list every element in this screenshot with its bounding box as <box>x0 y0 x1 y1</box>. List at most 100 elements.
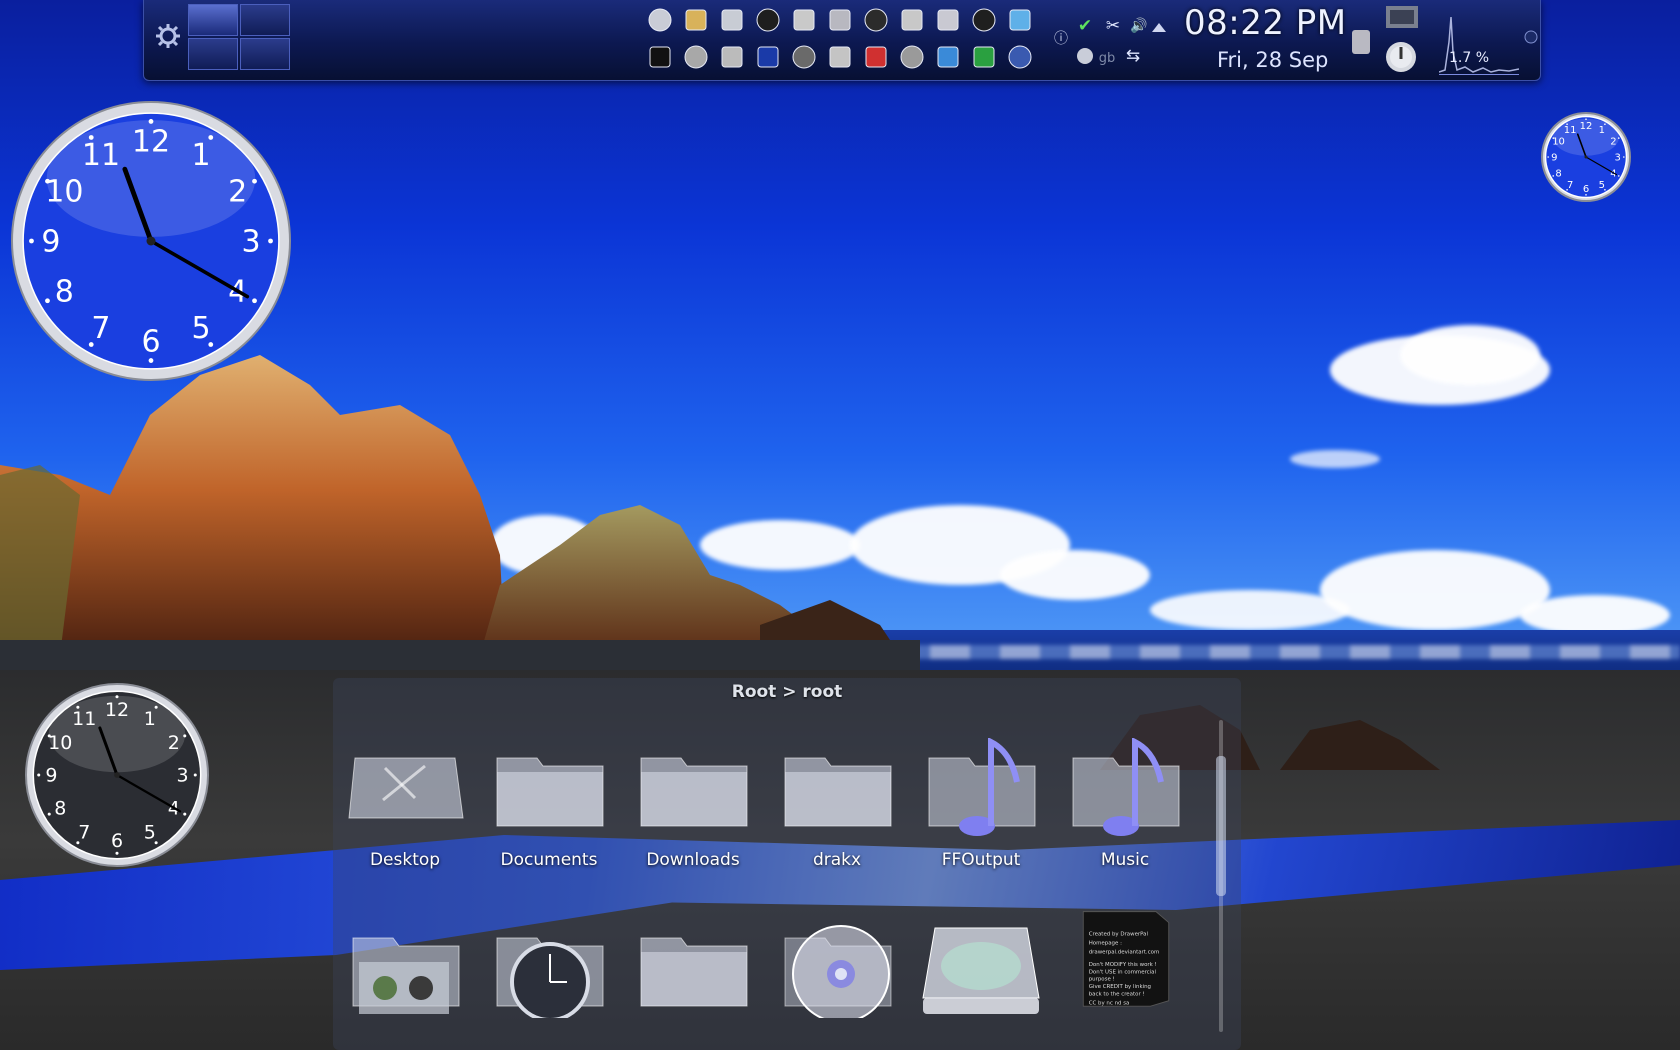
analog-clock-bottom[interactable]: 121234567891011 <box>22 680 212 870</box>
printer-icon[interactable] <box>644 4 676 36</box>
folder-pictures[interactable] <box>339 918 471 1048</box>
folder-view-scrollbar[interactable] <box>1215 710 1227 1040</box>
panel-clock-time[interactable]: 08:22 PM <box>1184 3 1347 43</box>
settings-icon[interactable] <box>788 4 820 36</box>
folder-desktop[interactable]: Desktop <box>339 738 471 870</box>
folder-ffoutput[interactable]: FFOutput <box>915 738 1047 870</box>
skull-icon[interactable] <box>860 4 892 36</box>
clock-numeral: 8 <box>55 275 74 310</box>
pager-desktop-2[interactable] <box>240 4 290 36</box>
pictures-folder-icon <box>352 937 460 1014</box>
folder-disc[interactable] <box>771 918 903 1048</box>
clock-numeral: 6 <box>1583 184 1589 195</box>
clock-numeral: 12 <box>105 699 129 721</box>
camera-icon[interactable] <box>788 41 820 73</box>
gb-label: gb <box>1098 50 1116 66</box>
bird-icon[interactable] <box>716 41 748 73</box>
svg-text:back to the creator !: back to the creator ! <box>1089 991 1145 997</box>
tools-icon[interactable] <box>716 4 748 36</box>
folder-downloads[interactable]: Downloads <box>627 738 759 870</box>
svg-text:purpose !: purpose ! <box>1089 977 1115 983</box>
note-file[interactable]: Created by DrawerPal Homepage : drawerpa… <box>1059 908 1191 1038</box>
folder-label: Desktop <box>369 850 441 870</box>
scrollbar-thumb[interactable] <box>1216 756 1226 896</box>
wrench-icon[interactable] <box>932 4 964 36</box>
mc-icon[interactable] <box>752 41 784 73</box>
folder-view-widget[interactable]: Root > root Desktop Documents Downloads … <box>333 678 1241 1050</box>
analog-clock-large[interactable]: 121234567891011 <box>8 98 294 384</box>
mask-icon[interactable] <box>824 41 856 73</box>
clock-numeral: 10 <box>1552 137 1565 148</box>
panel-settings-icon[interactable] <box>154 22 182 50</box>
disk-usage-icon[interactable] <box>1073 44 1097 68</box>
hammer-icon[interactable] <box>896 4 928 36</box>
clock-numeral: 9 <box>45 765 57 787</box>
clock-numeral: 12 <box>1580 121 1593 132</box>
folder-view-title[interactable]: Root > root <box>333 682 1241 702</box>
svg-text:Created by DrawerPal: Created by DrawerPal <box>1089 931 1148 937</box>
drive[interactable] <box>915 918 1047 1048</box>
clock-numeral: 12 <box>132 124 170 159</box>
clock-numeral: 6 <box>141 325 160 360</box>
scissors-icon[interactable]: ✂ <box>1101 14 1125 38</box>
top-panel: ⓘ ✔ ✂ 🔊 gb ⇆ 08:22 PM Fri, 28 Sep 1.7 % <box>143 0 1541 81</box>
power-icon[interactable] <box>1384 40 1418 74</box>
face-icon[interactable] <box>680 41 712 73</box>
clock-folder-icon <box>496 937 604 1018</box>
clock-numeral: 8 <box>1555 168 1561 179</box>
clock-numeral: 11 <box>82 138 120 173</box>
clock-numeral: 11 <box>1564 125 1577 136</box>
folder-music[interactable]: Music <box>1059 738 1191 870</box>
folder-label: Music <box>1100 850 1150 870</box>
eject-icon[interactable] <box>1147 16 1171 40</box>
folder-icon <box>640 937 748 1007</box>
panel-collapse-icon[interactable] <box>1524 30 1538 44</box>
pager-desktop-4[interactable] <box>240 38 290 70</box>
desktop-folder-icon <box>348 757 464 819</box>
clock-numeral: 3 <box>1614 153 1620 164</box>
pager-desktop-1[interactable] <box>188 4 238 36</box>
clock-numeral: 2 <box>1610 137 1616 148</box>
pen-icon[interactable] <box>680 4 712 36</box>
folder-documents[interactable]: Documents <box>483 738 615 870</box>
folder-label: Documents <box>500 850 598 870</box>
folder-drakx[interactable]: drakx <box>771 738 903 870</box>
info-icon[interactable]: ⓘ <box>1049 26 1073 50</box>
clock-numeral: 5 <box>144 821 156 843</box>
panel-clock-date[interactable]: Fri, 28 Sep <box>1217 48 1328 72</box>
svg-text:Homepage :: Homepage : <box>1089 940 1122 946</box>
note-icon: Created by DrawerPal Homepage : drawerpa… <box>1082 911 1170 1007</box>
clock-numeral: 1 <box>1599 125 1605 136</box>
network-monitor-icon[interactable] <box>1384 2 1420 32</box>
clock-numeral: 9 <box>1551 153 1557 164</box>
clock-numeral: 10 <box>48 732 72 754</box>
screen-icon[interactable] <box>968 4 1000 36</box>
svg-text:Give CREDIT by linking: Give CREDIT by linking <box>1089 984 1151 990</box>
document-icon[interactable] <box>860 41 892 73</box>
satellite-icon[interactable] <box>896 41 928 73</box>
clock-numeral: 6 <box>111 830 123 852</box>
folder-icon[interactable] <box>824 4 856 36</box>
disc-icon[interactable] <box>644 41 676 73</box>
clock-numeral: 2 <box>168 732 180 754</box>
cpu-usage-label: 1.7 % <box>1449 50 1490 66</box>
clock-numeral: 9 <box>41 225 60 260</box>
svg-text:drawerpal.deviantart.com: drawerpal.deviantart.com <box>1089 949 1160 955</box>
music-folder-icon <box>928 738 1036 836</box>
usb-icon[interactable]: ⇆ <box>1121 44 1145 68</box>
desktop-pager[interactable] <box>188 4 290 70</box>
clock-numeral: 7 <box>1567 180 1573 191</box>
pager-desktop-3[interactable] <box>188 38 238 70</box>
check-icon[interactable]: ✔ <box>1073 14 1097 38</box>
analog-clock-small[interactable]: 12 1234567891011 <box>1538 109 1634 205</box>
network-icon[interactable] <box>1004 4 1036 36</box>
clock-numeral: 1 <box>144 708 156 730</box>
trash-icon[interactable] <box>1349 26 1373 56</box>
device-icon[interactable] <box>932 41 964 73</box>
terminal-icon[interactable] <box>752 4 784 36</box>
folder-generic[interactable] <box>627 918 759 1048</box>
monitor-icon[interactable] <box>968 41 1000 73</box>
globe-icon[interactable] <box>1004 41 1036 73</box>
folder-clock[interactable] <box>483 918 615 1048</box>
system-tray: ⓘ ✔ ✂ 🔊 gb ⇆ <box>1049 4 1166 74</box>
